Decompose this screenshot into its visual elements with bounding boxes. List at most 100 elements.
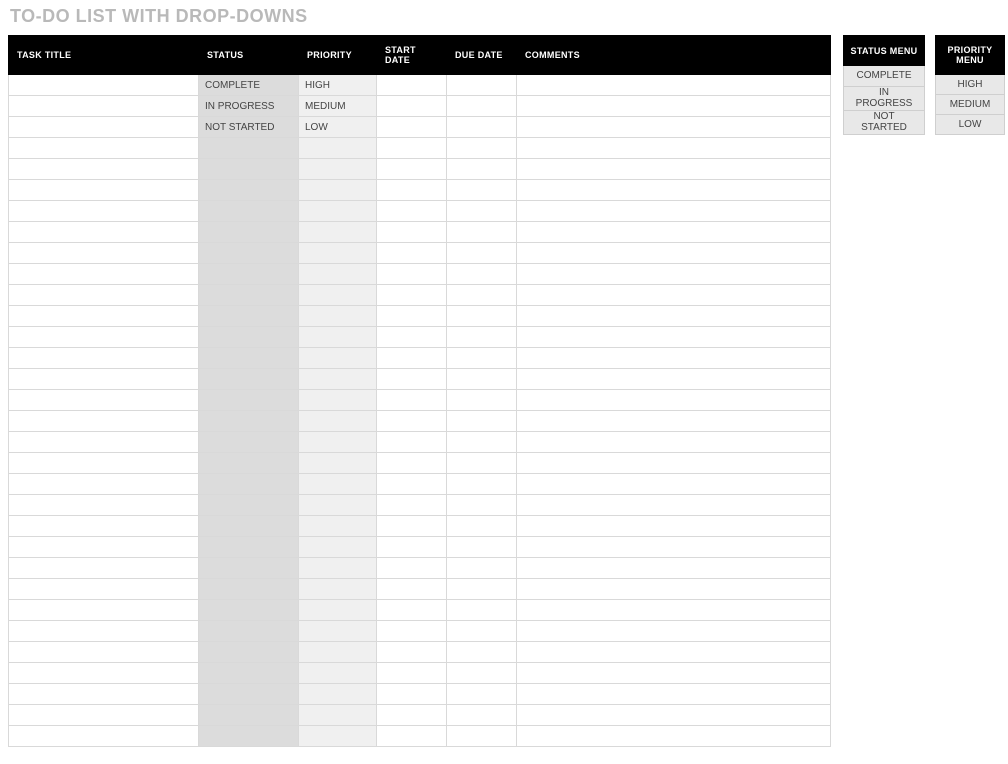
cell-task[interactable] [9,411,199,432]
cell-priority[interactable] [299,411,377,432]
cell-comments[interactable] [517,117,831,138]
cell-due[interactable] [447,558,517,579]
cell-start[interactable] [377,516,447,537]
cell-task[interactable] [9,243,199,264]
cell-status[interactable] [199,579,299,600]
status-menu-option[interactable]: IN PROGRESS [844,86,925,110]
cell-comments[interactable] [517,390,831,411]
cell-task[interactable] [9,117,199,138]
cell-priority[interactable] [299,390,377,411]
cell-comments[interactable] [517,558,831,579]
cell-priority[interactable] [299,348,377,369]
cell-task[interactable] [9,390,199,411]
cell-due[interactable] [447,495,517,516]
cell-comments[interactable] [517,684,831,705]
cell-priority[interactable] [299,264,377,285]
cell-due[interactable] [447,600,517,621]
cell-start[interactable] [377,117,447,138]
cell-start[interactable] [377,285,447,306]
cell-start[interactable] [377,159,447,180]
cell-comments[interactable] [517,306,831,327]
cell-status[interactable] [199,558,299,579]
cell-comments[interactable] [517,516,831,537]
cell-due[interactable] [447,663,517,684]
cell-start[interactable] [377,96,447,117]
cell-status[interactable] [199,327,299,348]
cell-due[interactable] [447,411,517,432]
cell-due[interactable] [447,453,517,474]
cell-start[interactable] [377,558,447,579]
cell-comments[interactable] [517,495,831,516]
cell-status[interactable] [199,411,299,432]
cell-due[interactable] [447,684,517,705]
cell-comments[interactable] [517,705,831,726]
cell-status[interactable] [199,390,299,411]
cell-status[interactable] [199,180,299,201]
cell-start[interactable] [377,264,447,285]
cell-start[interactable] [377,327,447,348]
cell-status[interactable] [199,600,299,621]
cell-start[interactable] [377,474,447,495]
cell-task[interactable] [9,159,199,180]
cell-start[interactable] [377,684,447,705]
cell-due[interactable] [447,327,517,348]
cell-comments[interactable] [517,327,831,348]
cell-task[interactable] [9,180,199,201]
cell-task[interactable] [9,684,199,705]
cell-priority[interactable] [299,180,377,201]
cell-due[interactable] [447,201,517,222]
cell-start[interactable] [377,579,447,600]
cell-comments[interactable] [517,138,831,159]
cell-comments[interactable] [517,243,831,264]
cell-status[interactable] [199,726,299,747]
cell-due[interactable] [447,621,517,642]
cell-task[interactable] [9,138,199,159]
cell-comments[interactable] [517,222,831,243]
cell-status[interactable] [199,474,299,495]
cell-status[interactable] [199,348,299,369]
cell-comments[interactable] [517,453,831,474]
cell-comments[interactable] [517,264,831,285]
cell-comments[interactable] [517,285,831,306]
priority-menu-option[interactable]: LOW [936,115,1005,135]
cell-priority[interactable] [299,705,377,726]
cell-due[interactable] [447,285,517,306]
cell-status[interactable] [199,243,299,264]
cell-start[interactable] [377,306,447,327]
cell-status[interactable] [199,663,299,684]
cell-priority[interactable] [299,285,377,306]
cell-start[interactable] [377,600,447,621]
cell-priority[interactable] [299,369,377,390]
cell-start[interactable] [377,726,447,747]
cell-comments[interactable] [517,369,831,390]
cell-due[interactable] [447,432,517,453]
cell-priority[interactable] [299,453,377,474]
cell-task[interactable] [9,558,199,579]
cell-priority[interactable] [299,537,377,558]
cell-start[interactable] [377,348,447,369]
cell-priority[interactable] [299,726,377,747]
cell-priority[interactable] [299,579,377,600]
cell-status[interactable] [199,222,299,243]
cell-status[interactable] [199,453,299,474]
cell-status[interactable] [199,264,299,285]
cell-due[interactable] [447,138,517,159]
cell-status[interactable] [199,369,299,390]
cell-status[interactable] [199,705,299,726]
cell-start[interactable] [377,537,447,558]
cell-priority[interactable] [299,558,377,579]
cell-task[interactable] [9,306,199,327]
status-menu-option[interactable]: COMPLETE [844,66,925,87]
cell-due[interactable] [447,369,517,390]
cell-task[interactable] [9,474,199,495]
cell-due[interactable] [447,264,517,285]
cell-priority[interactable]: LOW [299,117,377,138]
cell-start[interactable] [377,222,447,243]
cell-priority[interactable] [299,327,377,348]
cell-task[interactable] [9,432,199,453]
cell-comments[interactable] [517,411,831,432]
cell-comments[interactable] [517,600,831,621]
cell-due[interactable] [447,306,517,327]
cell-task[interactable] [9,663,199,684]
cell-priority[interactable] [299,243,377,264]
